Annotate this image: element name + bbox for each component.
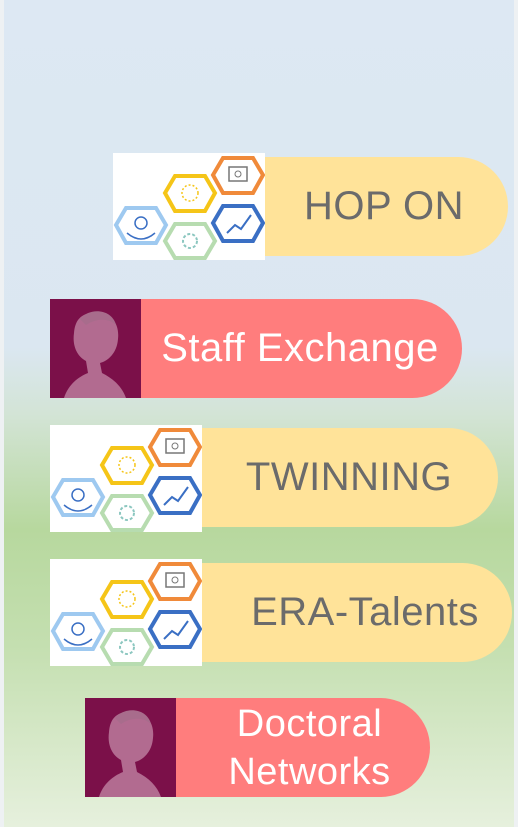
doctoral-networks-button[interactable]: Doctoral Networks <box>165 698 430 797</box>
menu-panel: HOP ON Staff Exchange TWINNING ERA-Talen… <box>0 0 518 827</box>
staff-exchange-button[interactable]: Staff Exchange <box>130 299 462 398</box>
hexagon-cluster-icon <box>50 425 202 532</box>
hop-on-button[interactable]: HOP ON <box>250 157 508 256</box>
doctoral-networks-line2: Networks <box>228 750 391 793</box>
doctoral-networks-label: Doctoral Networks <box>204 700 390 796</box>
hexagon-cluster-icon <box>113 153 265 260</box>
hop-on-label: HOP ON <box>303 184 465 228</box>
twinning-button[interactable]: TWINNING <box>190 428 498 527</box>
era-talents-label: ERA-Talents <box>251 590 479 634</box>
doctoral-networks-line1: Doctoral <box>236 702 383 745</box>
hexagon-cluster-icon <box>50 559 202 666</box>
twinning-label: TWINNING <box>245 455 453 499</box>
portrait-icon <box>50 299 141 398</box>
era-talents-button[interactable]: ERA-Talents <box>190 563 512 662</box>
portrait-icon <box>85 698 176 797</box>
staff-exchange-label: Staff Exchange <box>161 326 439 370</box>
